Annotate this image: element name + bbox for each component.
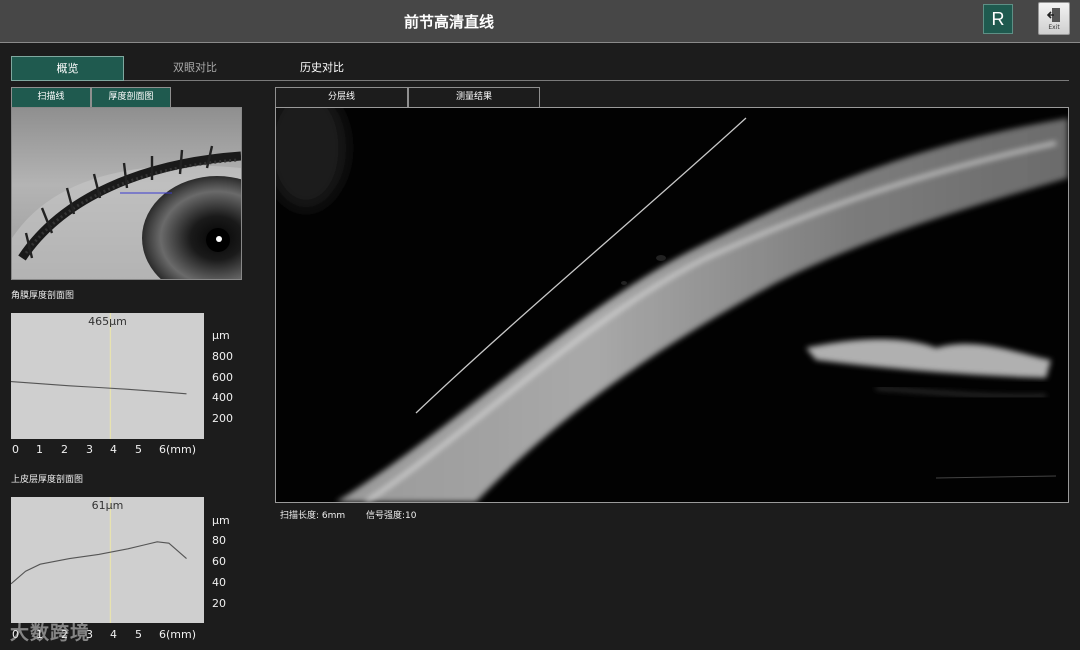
cornea-thickness-chart xyxy=(11,313,187,439)
epithelium-y-tick: 40 xyxy=(212,576,226,589)
cornea-y-tick: 600 xyxy=(212,371,233,384)
cornea-x-tick: 5 xyxy=(135,443,142,456)
epithelium-x-tick: 4 xyxy=(110,628,117,641)
cornea-x-tick: 6(mm) xyxy=(159,443,197,456)
watermark-text: 大数跨境 xyxy=(10,622,91,644)
cornea-thickness-value: 465μm xyxy=(88,315,127,328)
cornea-y-tick: 800 xyxy=(212,350,233,363)
epithelium-thickness-chart xyxy=(11,497,187,623)
cornea-y-tick: 200 xyxy=(212,412,233,425)
signal-strength-text: 信号强度:10 xyxy=(366,511,417,521)
tab-measurement-results[interactable]: 测量结果 xyxy=(408,87,540,108)
epithelium-x-tick: 5 xyxy=(135,628,142,641)
cornea-y-unit: μm xyxy=(212,329,230,342)
main-tab-bar: 概览 双眼对比 历史对比 xyxy=(11,56,1069,81)
eye-scan-photo xyxy=(11,107,242,280)
epithelium-x-tick: 6(mm) xyxy=(159,628,197,641)
tab-scan-line[interactable]: 扫描线 xyxy=(11,87,91,108)
oct-cross-section-image xyxy=(275,107,1069,503)
eye-photo-image xyxy=(12,108,241,279)
cornea-chart-label: 角膜厚度剖面图 xyxy=(11,291,75,301)
epithelium-thickness-plot: 61μm xyxy=(11,497,204,623)
cornea-x-tick: 2 xyxy=(61,443,68,456)
cornea-x-tick: 0 xyxy=(12,443,19,456)
tab-history-compare[interactable]: 历史对比 xyxy=(264,56,380,79)
cornea-y-tick: 400 xyxy=(212,391,233,404)
epithelium-y-tick: 80 xyxy=(212,534,226,547)
cornea-thickness-plot: 465μm xyxy=(11,313,204,439)
cornea-x-tick: 1 xyxy=(36,443,43,456)
epithelium-y-unit: μm xyxy=(212,514,230,527)
cornea-thickness-series-line xyxy=(11,381,187,395)
epithelium-y-tick: 60 xyxy=(212,555,226,568)
tab-thickness-profile[interactable]: 厚度剖面图 xyxy=(91,87,171,108)
exit-button[interactable]: Exit xyxy=(1038,2,1070,35)
cornea-x-tick: 4 xyxy=(110,443,117,456)
eye-side-badge[interactable]: R xyxy=(983,4,1013,34)
tab-overview[interactable]: 概览 xyxy=(11,56,124,81)
epithelium-thickness-value: 61μm xyxy=(91,499,124,512)
oct-scan-image xyxy=(276,108,1068,502)
tab-binocular-compare[interactable]: 双眼对比 xyxy=(137,56,253,79)
epithelium-y-tick: 20 xyxy=(212,597,226,610)
app-title: 前节高清直线 xyxy=(403,13,494,31)
scan-length-text: 扫描长度: 6mm xyxy=(280,511,346,521)
title-bar: 前节高清直线 R Exit xyxy=(0,0,1080,43)
epithelium-chart-label: 上皮层厚度剖面图 xyxy=(11,475,84,485)
cornea-x-tick: 3 xyxy=(86,443,93,456)
tab-layer-lines[interactable]: 分层线 xyxy=(275,87,408,108)
exit-icon xyxy=(1047,8,1060,22)
exit-label: Exit xyxy=(1048,24,1060,31)
epithelium-thickness-series-line xyxy=(11,541,187,585)
